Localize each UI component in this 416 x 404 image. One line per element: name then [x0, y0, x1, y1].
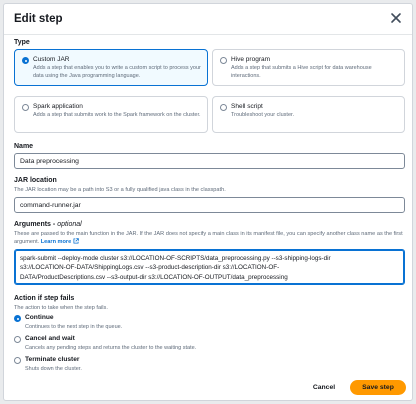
- arguments-line: spark-submit --deploy-mode cluster s3://…: [20, 255, 331, 262]
- radio-cancel-and-wait[interactable]: [14, 336, 21, 343]
- type-option-title: Hive program: [231, 56, 271, 63]
- type-option-desc: Adds a step that submits a Hive script f…: [231, 65, 372, 79]
- type-option-shell-script[interactable]: Shell script Troubleshoot your cluster.: [212, 96, 405, 133]
- type-option-hive-program[interactable]: Hive program Adds a step that submits a …: [212, 49, 405, 86]
- arguments-line: DATA/ProductDescriptions.csv --s3-output…: [20, 273, 288, 281]
- jar-location-desc: The JAR location may be a path into S3 o…: [14, 187, 226, 193]
- action-desc: The action to take when the step fails.: [14, 305, 108, 311]
- arguments-label-text: Arguments: [14, 221, 51, 228]
- radio-terminate-cluster[interactable]: [14, 357, 21, 364]
- action-option-desc: Cancels any pending steps and returns th…: [25, 345, 197, 351]
- header-divider: [4, 34, 412, 35]
- radio-hive-program[interactable]: [220, 57, 227, 64]
- type-option-custom-jar[interactable]: Custom JAR Adds a step that enables you …: [14, 49, 208, 86]
- action-label: Action if step fails: [14, 295, 75, 302]
- close-icon[interactable]: [389, 11, 403, 25]
- arguments-label: Arguments - optional: [14, 221, 82, 228]
- arguments-optional: optional: [57, 221, 82, 228]
- name-input[interactable]: Data preprocessing: [14, 153, 405, 169]
- radio-shell-script[interactable]: [220, 104, 227, 111]
- external-link-icon[interactable]: [73, 238, 80, 244]
- arguments-desc: These are passed to the main function in…: [14, 230, 405, 246]
- action-option-desc: Continues to the next step in the queue.: [25, 324, 123, 330]
- action-option-title: Terminate cluster: [25, 356, 80, 363]
- type-option-desc: Adds a step that enables you to write a …: [33, 65, 201, 79]
- name-input-value: Data preprocessing: [20, 157, 79, 165]
- cancel-button[interactable]: Cancel: [305, 379, 343, 395]
- action-option-desc: Shuts down the cluster.: [25, 366, 82, 372]
- jar-location-label: JAR location: [14, 177, 57, 184]
- type-option-title: Custom JAR: [33, 56, 70, 63]
- radio-custom-jar[interactable]: [22, 57, 29, 64]
- save-step-button[interactable]: Save step: [350, 380, 406, 395]
- radio-continue[interactable]: [14, 315, 21, 322]
- type-option-title: Shell script: [231, 103, 263, 110]
- modal-header: Edit step: [4, 4, 412, 34]
- radio-spark-application[interactable]: [22, 104, 29, 111]
- type-option-desc: Adds a step that submits work to the Spa…: [33, 112, 201, 118]
- arguments-textarea[interactable]: spark-submit --deploy-mode cluster s3://…: [14, 249, 405, 285]
- edit-step-modal: Edit step Type Custom JAR Adds a step th…: [3, 3, 413, 401]
- learn-more-link[interactable]: Learn more: [41, 239, 71, 245]
- jar-location-input[interactable]: command-runner.jar: [14, 197, 405, 213]
- arguments-line: s3://LOCATION-OF-DATA/ShippingLogs.csv -…: [20, 264, 280, 272]
- type-option-desc: Troubleshoot your cluster.: [231, 112, 295, 118]
- name-label: Name: [14, 143, 34, 150]
- action-option-title: Continue: [25, 314, 54, 321]
- modal-title: Edit step: [14, 13, 63, 25]
- action-option-title: Cancel and wait: [25, 335, 75, 342]
- type-label: Type: [14, 39, 30, 46]
- type-option-title: Spark application: [33, 103, 83, 110]
- type-option-spark-application[interactable]: Spark application Adds a step that submi…: [14, 96, 208, 133]
- jar-location-value: command-runner.jar: [20, 201, 81, 209]
